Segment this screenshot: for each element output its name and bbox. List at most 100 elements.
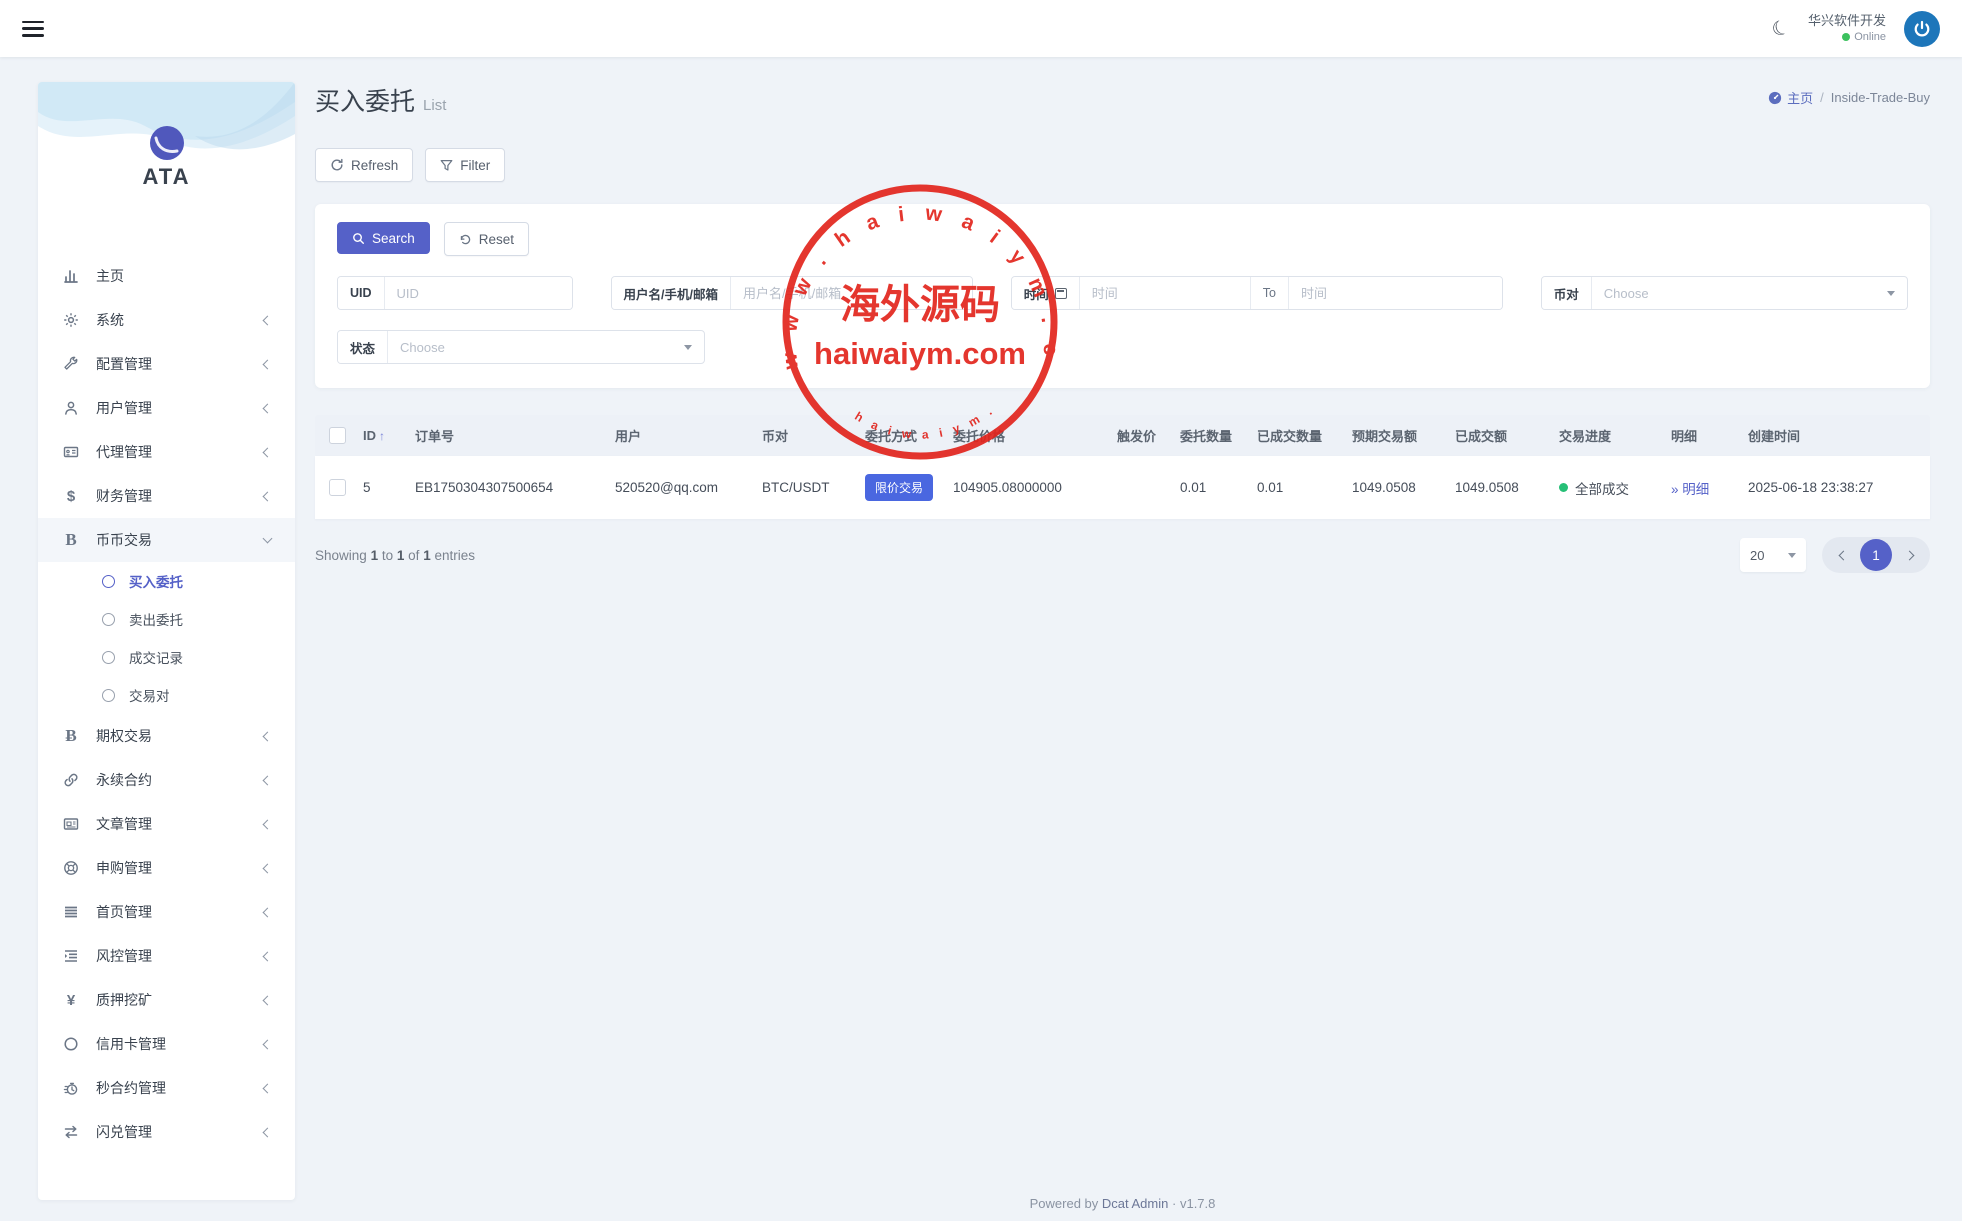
calendar-icon bbox=[1055, 288, 1067, 299]
chevron-left-icon bbox=[263, 447, 273, 457]
breadcrumb-home-link[interactable]: 主页 bbox=[1768, 88, 1813, 107]
sidebar-item-subscription[interactable]: 申购管理 bbox=[38, 846, 295, 890]
chevron-left-icon bbox=[1838, 550, 1848, 560]
circle-bullet-icon bbox=[102, 575, 115, 588]
header-detail: 明细 bbox=[1667, 426, 1744, 445]
sidebar-item-credit-card[interactable]: 信用卡管理 bbox=[38, 1022, 295, 1066]
search-icon bbox=[352, 232, 365, 245]
header-filled-amount: 已成交数量 bbox=[1253, 426, 1348, 445]
sidebar-item-system[interactable]: 系统 bbox=[38, 298, 295, 342]
entries-summary: Showing 1 to 1 of 1 entries bbox=[315, 548, 475, 563]
progress-status: 全部成交 bbox=[1575, 478, 1629, 498]
chart-bar-icon bbox=[62, 267, 80, 285]
sidebar-item-second-contract[interactable]: 秒合约管理 bbox=[38, 1066, 295, 1110]
to-label: To bbox=[1250, 277, 1289, 309]
cell-id: 5 bbox=[359, 480, 411, 495]
status-select[interactable]: Choose bbox=[388, 331, 704, 363]
sidebar-item-staking[interactable]: ¥ 质押挖矿 bbox=[38, 978, 295, 1022]
detail-link[interactable]: » 明细 bbox=[1671, 482, 1709, 497]
logo-icon bbox=[148, 124, 186, 162]
row-checkbox[interactable] bbox=[329, 479, 346, 496]
bitcoin-icon: Ƀ bbox=[62, 727, 80, 745]
cell-amount: 0.01 bbox=[1176, 480, 1253, 495]
chevron-left-icon bbox=[263, 819, 273, 829]
user-filter-label: 用户名/手机/邮箱 bbox=[612, 277, 731, 309]
brand-area: ATA bbox=[38, 82, 295, 232]
pair-select[interactable]: Choose bbox=[1592, 277, 1907, 309]
cell-created-at: 2025-06-18 23:38:27 bbox=[1744, 480, 1911, 495]
cell-filled-amount: 0.01 bbox=[1253, 480, 1348, 495]
sidebar-item-home[interactable]: 主页 bbox=[38, 254, 295, 298]
user-name: 华兴软件开发 bbox=[1808, 12, 1886, 30]
chevron-left-icon bbox=[263, 863, 273, 873]
time-range-filter-group: 时间 To bbox=[1011, 276, 1503, 310]
header-progress: 交易进度 bbox=[1555, 426, 1667, 445]
avatar[interactable] bbox=[1904, 11, 1940, 47]
chevron-left-icon bbox=[263, 403, 273, 413]
circle-bullet-icon bbox=[102, 613, 115, 626]
dcat-admin-link[interactable]: Dcat Admin bbox=[1102, 1196, 1168, 1211]
dark-mode-toggle-icon[interactable]: ☾ bbox=[1769, 16, 1793, 41]
chevron-left-icon bbox=[263, 731, 273, 741]
sidebar-item-flash-swap[interactable]: 闪兑管理 bbox=[38, 1110, 295, 1154]
uid-input[interactable] bbox=[385, 277, 572, 309]
search-button[interactable]: Search bbox=[337, 222, 430, 254]
pair-label: 币对 bbox=[1542, 277, 1592, 309]
bold-b-icon: B bbox=[62, 531, 80, 549]
sidebar-item-finance[interactable]: $ 财务管理 bbox=[38, 474, 295, 518]
time-from-input[interactable] bbox=[1080, 277, 1250, 309]
sidebar-item-trade-pairs[interactable]: 交易对 bbox=[38, 676, 295, 714]
link-icon bbox=[62, 771, 80, 789]
funnel-icon bbox=[440, 159, 453, 172]
next-page-button[interactable] bbox=[1894, 540, 1924, 570]
time-label: 时间 bbox=[1012, 277, 1080, 309]
sidebar-item-buy-orders[interactable]: 买入委托 bbox=[38, 562, 295, 600]
chevron-left-icon bbox=[263, 491, 273, 501]
status-label: 状态 bbox=[338, 331, 388, 363]
chevron-right-icon bbox=[1904, 550, 1914, 560]
prev-page-button[interactable] bbox=[1828, 540, 1858, 570]
sidebar-item-homepage[interactable]: 首页管理 bbox=[38, 890, 295, 934]
header-id[interactable]: ID↑ bbox=[359, 428, 411, 443]
sidebar-item-spot-trade[interactable]: B 币币交易 bbox=[38, 518, 295, 562]
page-size-select[interactable]: 20 bbox=[1740, 538, 1806, 572]
orders-table: ID↑ 订单号 用户 币对 委托方式 委托价格 触发价 委托数量 已成交数量 预… bbox=[315, 415, 1930, 519]
sidebar-item-perpetual[interactable]: 永续合约 bbox=[38, 758, 295, 802]
power-icon bbox=[1912, 19, 1932, 39]
filter-button[interactable]: Filter bbox=[425, 148, 505, 182]
reset-button[interactable]: Reset bbox=[444, 222, 529, 256]
sidebar-menu: 主页 系统 配置管理 用户管理 bbox=[38, 232, 295, 1154]
uid-filter-group: UID bbox=[337, 276, 573, 310]
sort-asc-icon[interactable]: ↑ bbox=[379, 429, 385, 443]
refresh-button[interactable]: Refresh bbox=[315, 148, 413, 182]
caret-down-icon bbox=[1788, 553, 1796, 558]
dashboard-icon bbox=[1768, 91, 1782, 105]
sidebar-item-risk-control[interactable]: 风控管理 bbox=[38, 934, 295, 978]
sidebar-item-sell-orders[interactable]: 卖出委托 bbox=[38, 600, 295, 638]
sidebar-item-trade-records[interactable]: 成交记录 bbox=[38, 638, 295, 676]
user-filter-input[interactable] bbox=[731, 277, 972, 309]
chevron-left-icon bbox=[263, 907, 273, 917]
time-to-input[interactable] bbox=[1289, 277, 1502, 309]
select-all-checkbox[interactable] bbox=[329, 427, 346, 444]
user-icon bbox=[62, 399, 80, 417]
chevron-left-icon bbox=[263, 951, 273, 961]
sidebar-item-agents[interactable]: 代理管理 bbox=[38, 430, 295, 474]
chevron-left-icon bbox=[263, 1127, 273, 1137]
sidebar-item-articles[interactable]: 文章管理 bbox=[38, 802, 295, 846]
cell-price: 104905.08000000 bbox=[949, 480, 1113, 495]
sidebar-item-options-trade[interactable]: Ƀ 期权交易 bbox=[38, 714, 295, 758]
chevron-left-icon bbox=[263, 1083, 273, 1093]
sidebar-item-users[interactable]: 用户管理 bbox=[38, 386, 295, 430]
cell-user: 520520@qq.com bbox=[611, 480, 758, 495]
breadcrumb-separator: / bbox=[1820, 90, 1824, 105]
page-number-button[interactable]: 1 bbox=[1860, 539, 1892, 571]
brand-name: ATA bbox=[38, 164, 295, 190]
hamburger-menu-icon[interactable] bbox=[22, 21, 44, 37]
sidebar-item-config[interactable]: 配置管理 bbox=[38, 342, 295, 386]
method-badge: 限价交易 bbox=[865, 474, 933, 501]
uid-label: UID bbox=[338, 277, 385, 309]
user-info[interactable]: 华兴软件开发 Online bbox=[1808, 12, 1886, 44]
page-title: 买入委托 bbox=[315, 82, 415, 118]
online-status: Online bbox=[1854, 30, 1886, 45]
